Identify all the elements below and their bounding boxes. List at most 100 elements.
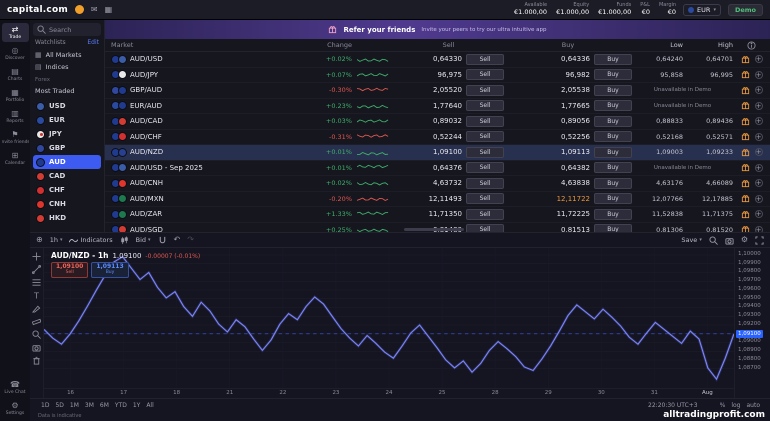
buy-button[interactable]: Buy [594, 178, 632, 189]
table-row[interactable]: GBP/AUD-0.30%2,05520Sell2,05538BuyUnavai… [105, 83, 770, 99]
table-row[interactable]: AUD/CNH+0.02%4,63732Sell4,63838Buy4,6317… [105, 176, 770, 192]
add-to-watchlist-icon[interactable]: + [755, 55, 763, 63]
interval-button-all[interactable]: All [143, 402, 156, 409]
currency-filter-chf[interactable]: CHF [33, 183, 101, 197]
price-axis[interactable]: 1,100001,099001,098001,097001,096001,095… [734, 248, 770, 398]
gift-icon[interactable] [741, 55, 750, 64]
add-to-watchlist-icon[interactable]: + [755, 148, 763, 156]
interval-button-1y[interactable]: 1Y [130, 402, 143, 409]
buy-button[interactable]: Buy [594, 162, 632, 173]
candlestick-chart-icon[interactable] [120, 236, 129, 245]
sell-button[interactable]: Sell [466, 224, 504, 232]
table-row[interactable]: EUR/AUD+0.23%1,77640Sell1,77665BuyUnavai… [105, 99, 770, 115]
add-to-watchlist-icon[interactable]: + [755, 226, 763, 232]
sidebar-item-trade[interactable]: ⇄Trade [2, 23, 29, 42]
info-icon[interactable] [747, 41, 756, 50]
interval-button-1m[interactable]: 1M [67, 402, 82, 409]
gift-icon[interactable] [741, 70, 750, 79]
buy-button[interactable]: Buy [594, 131, 632, 142]
price-type-selector[interactable]: Bid▾ [136, 236, 151, 244]
sell-button[interactable]: Sell [466, 147, 504, 158]
gift-icon[interactable] [741, 210, 750, 219]
logo[interactable]: capital.com [7, 5, 68, 15]
buy-button[interactable]: Buy [594, 224, 632, 232]
chart-clock[interactable]: 22:20:30 UTC+3 [648, 402, 698, 409]
table-scrollbar[interactable] [404, 228, 464, 231]
col-header-high[interactable]: High [683, 41, 733, 49]
demo-badge[interactable]: Demo [728, 4, 763, 16]
search-input[interactable]: Search [33, 23, 101, 36]
buy-button[interactable]: Buy [594, 85, 632, 96]
add-to-watchlist-icon[interactable]: + [755, 164, 763, 172]
chart-buy-button[interactable]: 1,09113 Buy [91, 262, 128, 278]
currency-selector[interactable]: EUR ▾ [683, 4, 721, 16]
table-row[interactable]: AUD/USD - Sep 2025+0.01%0,64376Sell0,643… [105, 161, 770, 177]
table-row[interactable]: AUD/CAD+0.03%0,89032Sell0,89056Buy0,8883… [105, 114, 770, 130]
ruler-tool-icon[interactable] [32, 317, 41, 326]
trash-tool-icon[interactable] [32, 356, 41, 365]
camera-tool-icon[interactable] [32, 343, 41, 352]
currency-filter-eur[interactable]: EUR [33, 113, 101, 127]
gift-icon[interactable] [741, 225, 750, 232]
sidebar-item-reports[interactable]: ▥Reports [2, 107, 29, 126]
indicators-button[interactable]: Indicators [69, 236, 112, 245]
interval-button-5d[interactable]: 5D [52, 402, 66, 409]
sidebar-item-live-chat[interactable]: ☎Live Chat [2, 378, 29, 397]
interval-button-6m[interactable]: 6M [97, 402, 112, 409]
add-to-watchlist-icon[interactable]: + [755, 210, 763, 218]
sidebar-item-portfolio[interactable]: ▦Portfolio [2, 86, 29, 105]
search-icon[interactable] [709, 236, 718, 245]
fullscreen-icon[interactable] [755, 236, 764, 245]
buy-button[interactable]: Buy [594, 100, 632, 111]
table-row[interactable]: AUD/MXN-0.20%12,11493Sell12,11722Buy12,0… [105, 192, 770, 208]
table-row[interactable]: AUD/CHF-0.31%0,52244Sell0,52256Buy0,5216… [105, 130, 770, 146]
add-to-watchlist-icon[interactable]: + [755, 179, 763, 187]
sell-button[interactable]: Sell [466, 178, 504, 189]
apps-icon[interactable]: ▦ [105, 6, 113, 14]
rewards-coin-icon[interactable] [75, 5, 84, 14]
currency-filter-hkd[interactable]: HKD [33, 211, 101, 225]
sidebar-item-settings[interactable]: ⚙Settings [2, 399, 29, 418]
camera-icon[interactable] [725, 236, 734, 245]
most-traded-item[interactable]: Most Traded [33, 85, 101, 97]
currency-filter-gbp[interactable]: GBP [33, 141, 101, 155]
add-instrument-icon[interactable]: ⊕ [36, 236, 43, 244]
sell-button[interactable]: Sell [466, 85, 504, 96]
brush-tool-icon[interactable] [32, 304, 41, 313]
add-to-watchlist-icon[interactable]: + [755, 195, 763, 203]
gift-icon[interactable] [741, 101, 750, 110]
fibonacci-tool-icon[interactable] [32, 278, 41, 287]
col-header-change[interactable]: Change [290, 41, 352, 49]
time-axis[interactable]: 161718212223242528293031Aug [44, 388, 734, 398]
zoom-tool-icon[interactable] [32, 330, 41, 339]
gear-icon[interactable]: ⚙ [741, 236, 748, 244]
gift-icon[interactable] [741, 86, 750, 95]
sidebar-item-calendar[interactable]: ⊞Calendar [2, 149, 29, 168]
buy-button[interactable]: Buy [594, 193, 632, 204]
currency-filter-aud[interactable]: AUD [33, 155, 101, 169]
buy-button[interactable]: Buy [594, 147, 632, 158]
magnet-icon[interactable] [158, 236, 167, 245]
table-row[interactable]: AUD/NZD+0.01%1,09100Sell1,09113Buy1,0900… [105, 145, 770, 161]
watchlist-group-all-markets[interactable]: ▦All Markets [33, 49, 101, 61]
timeframe-selector[interactable]: 1h▾ [50, 236, 63, 244]
sidebar-item-charts[interactable]: ▤Charts [2, 65, 29, 84]
sell-button[interactable]: Sell [466, 100, 504, 111]
col-header-low[interactable]: Low [632, 41, 683, 49]
sidebar-item-discover[interactable]: ◎Discover [2, 44, 29, 63]
scale-button-auto[interactable]: auto [744, 402, 762, 409]
undo-icon[interactable]: ↶ [174, 236, 181, 244]
sell-button[interactable]: Sell [466, 69, 504, 80]
gift-icon[interactable] [741, 117, 750, 126]
sidebar-item-invite-friends[interactable]: ⚑Invite friends [2, 128, 29, 147]
interval-button-ytd[interactable]: YTD [112, 402, 130, 409]
add-to-watchlist-icon[interactable]: + [755, 102, 763, 110]
gift-icon[interactable] [741, 132, 750, 141]
sell-button[interactable]: Sell [466, 209, 504, 220]
table-row[interactable]: AUD/JPY+0.07%96,975Sell96,982Buy95,85896… [105, 68, 770, 84]
add-to-watchlist-icon[interactable]: + [755, 71, 763, 79]
sell-button[interactable]: Sell [466, 131, 504, 142]
col-header-market[interactable]: Market [105, 41, 290, 49]
chart-sell-button[interactable]: 1,09100 Sell [51, 262, 88, 278]
sell-button[interactable]: Sell [466, 116, 504, 127]
